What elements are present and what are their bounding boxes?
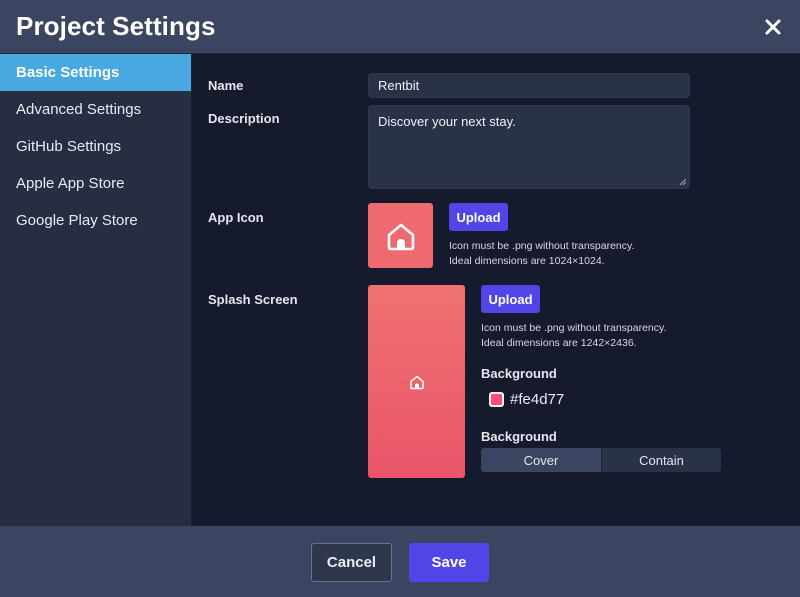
settings-sidebar: Basic Settings Advanced Settings GitHub … [0, 54, 192, 526]
splash-screen-upload-button[interactable]: Upload [481, 285, 540, 313]
sidebar-item-label: Advanced Settings [16, 101, 142, 118]
dialog-title: Project Settings [16, 11, 216, 41]
sidebar-item-google-play-store[interactable]: Google Play Store [0, 202, 191, 239]
close-icon [765, 19, 781, 35]
app-icon-hint-line: Ideal dimensions are 1024×1024. [449, 255, 605, 267]
house-icon [387, 223, 414, 250]
splash-screen-preview [368, 285, 465, 478]
background-color-label: Background [481, 366, 557, 381]
description-label: Description [208, 111, 280, 126]
background-color-swatch[interactable] [489, 392, 504, 407]
sidebar-item-advanced-settings[interactable]: Advanced Settings [0, 91, 191, 128]
dialog-header: Project Settings [0, 0, 800, 54]
cancel-button[interactable]: Cancel [311, 543, 392, 582]
background-mode-cover[interactable]: Cover [481, 448, 601, 472]
close-button[interactable] [758, 12, 788, 42]
save-button[interactable]: Save [409, 543, 489, 582]
settings-panel: Name Description Discover your next stay… [192, 54, 800, 526]
sidebar-item-label: Google Play Store [16, 212, 138, 229]
app-icon-label: App Icon [208, 210, 264, 225]
background-mode-label: Background [481, 429, 557, 444]
background-mode-toggle: Cover Contain [481, 448, 721, 472]
description-textarea[interactable]: Discover your next stay. [368, 105, 690, 189]
name-input[interactable] [368, 73, 690, 98]
splash-screen-label: Splash Screen [208, 292, 298, 307]
sidebar-item-label: Apple App Store [16, 175, 125, 192]
house-icon [409, 375, 424, 389]
background-color-value[interactable]: #fe4d77 [510, 391, 564, 408]
sidebar-item-label: Basic Settings [16, 64, 120, 81]
sidebar-item-label: GitHub Settings [16, 138, 122, 155]
dialog-footer: Cancel Save [0, 526, 800, 597]
app-icon-hint: Icon must be .png without transparency. … [449, 239, 634, 269]
name-label: Name [208, 78, 244, 93]
app-icon-upload-button[interactable]: Upload [449, 203, 508, 231]
splash-screen-hint-line: Icon must be .png without transparency. [481, 322, 667, 334]
sidebar-item-github-settings[interactable]: GitHub Settings [0, 128, 191, 165]
background-mode-contain[interactable]: Contain [601, 448, 721, 472]
splash-screen-hint: Icon must be .png without transparency. … [481, 321, 666, 351]
resize-grip-icon[interactable] [679, 178, 687, 186]
splash-screen-hint-line: Ideal dimensions are 1242×2436. [481, 337, 637, 349]
app-icon-hint-line: Icon must be .png without transparency. [449, 240, 635, 252]
sidebar-item-apple-app-store[interactable]: Apple App Store [0, 165, 191, 202]
app-icon-preview [368, 203, 433, 268]
sidebar-item-basic-settings[interactable]: Basic Settings [0, 54, 191, 91]
